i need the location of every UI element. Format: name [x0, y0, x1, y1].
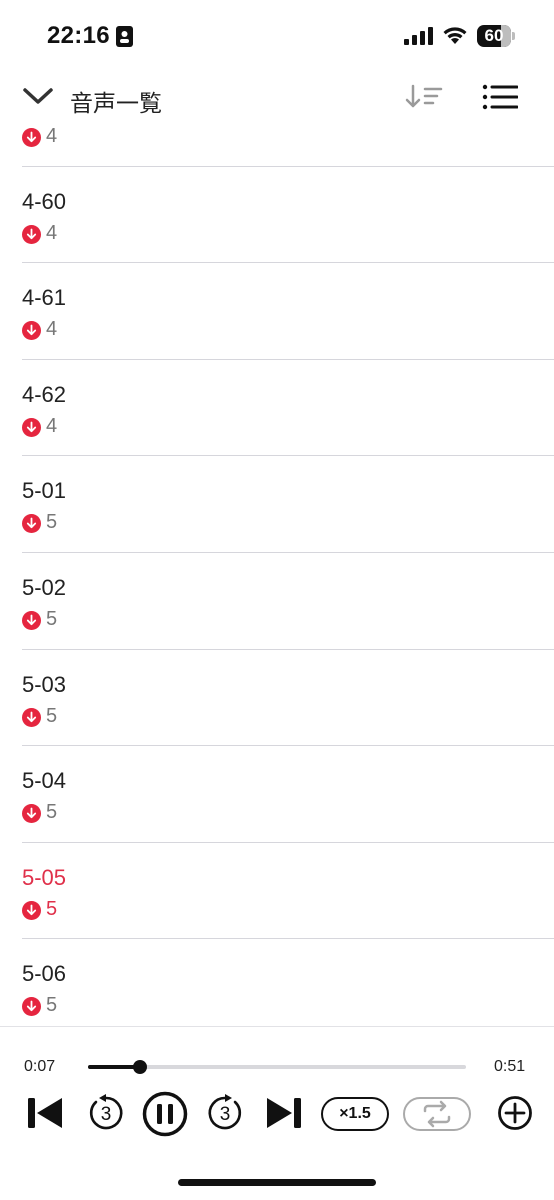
progress-knob[interactable] [132, 1060, 147, 1074]
list-menu-icon[interactable] [482, 84, 519, 115]
audio-list: 4-5944-6044-6144-6245-0155-0255-0355-045… [0, 126, 554, 1026]
downloaded-icon [22, 900, 41, 920]
item-chapter: 4 [46, 126, 58, 147]
item-chapter: 5 [46, 607, 58, 630]
progress-slider[interactable] [88, 1060, 466, 1074]
list-item[interactable]: 4-60 4 [22, 167, 554, 264]
list-item[interactable]: 5-01 5 [22, 456, 554, 553]
item-chapter: 4 [46, 318, 58, 341]
page-title: 音声一覧 [70, 90, 162, 116]
list-item[interactable]: 5-05 5 [22, 843, 554, 940]
sort-icon[interactable] [404, 84, 444, 115]
chevron-down-icon[interactable] [22, 84, 54, 113]
item-chapter: 5 [46, 994, 58, 1017]
skip-previous-icon[interactable] [27, 1097, 63, 1134]
playback-speed-button[interactable]: ×1.5 [321, 1097, 389, 1131]
item-chapter: 5 [46, 511, 58, 534]
downloaded-icon [22, 224, 41, 244]
list-item[interactable]: 5-02 5 [22, 553, 554, 650]
item-title: 5-02 [22, 574, 67, 600]
nav-header: 音声一覧 [0, 72, 554, 126]
downloaded-icon [22, 804, 41, 824]
downloaded-icon [22, 321, 41, 341]
downloaded-icon [22, 514, 41, 534]
item-chapter: 5 [46, 801, 58, 824]
item-title: 5-06 [22, 961, 67, 987]
skip-next-icon[interactable] [266, 1097, 302, 1134]
audio-player: 0:07 0:51 3 3 ×1.5 [0, 1026, 554, 1200]
pause-button[interactable] [142, 1091, 188, 1142]
cellular-signal-icon [404, 27, 434, 50]
list-item[interactable]: 5-04 5 [22, 746, 554, 843]
add-circle-icon[interactable] [497, 1095, 533, 1136]
item-title: 4-60 [22, 188, 67, 214]
item-chapter: 4 [46, 414, 58, 437]
list-item[interactable]: 4-61 4 [22, 263, 554, 360]
status-time: 22:16 [47, 22, 110, 49]
item-chapter: 4 [46, 221, 58, 244]
status-bar: 22:16 60 [0, 0, 554, 72]
downloaded-icon [22, 610, 41, 630]
rewind-seconds: 3 [101, 1104, 112, 1125]
list-item[interactable]: 4-62 4 [22, 360, 554, 457]
downloaded-icon [22, 997, 41, 1017]
item-chapter: 5 [46, 704, 58, 727]
wifi-icon [442, 25, 468, 50]
id-card-icon [116, 26, 133, 52]
home-indicator [178, 1179, 376, 1186]
item-title: 5-04 [22, 768, 67, 794]
downloaded-icon [22, 128, 41, 147]
total-time: 0:51 [494, 1058, 526, 1075]
downloaded-icon [22, 417, 41, 437]
forward-seconds: 3 [220, 1104, 231, 1125]
downloaded-icon [22, 707, 41, 727]
list-item[interactable]: 5-06 5 [22, 939, 554, 1026]
rewind-icon[interactable]: 3 [87, 1094, 125, 1137]
item-title: 5-01 [22, 478, 67, 504]
battery-level: 60 [484, 26, 504, 45]
current-time: 0:07 [24, 1058, 56, 1075]
repeat-button[interactable] [403, 1097, 471, 1131]
battery-indicator: 60 [477, 25, 515, 47]
list-item[interactable]: 5-03 5 [22, 650, 554, 747]
item-title: 5-03 [22, 671, 67, 697]
list-item[interactable]: 4-594 [22, 126, 554, 167]
item-chapter: 5 [46, 897, 58, 920]
item-title: 4-61 [22, 285, 67, 311]
item-title: 5-05 [22, 864, 67, 890]
item-title: 4-62 [22, 381, 67, 407]
fast-forward-icon[interactable]: 3 [206, 1094, 244, 1137]
